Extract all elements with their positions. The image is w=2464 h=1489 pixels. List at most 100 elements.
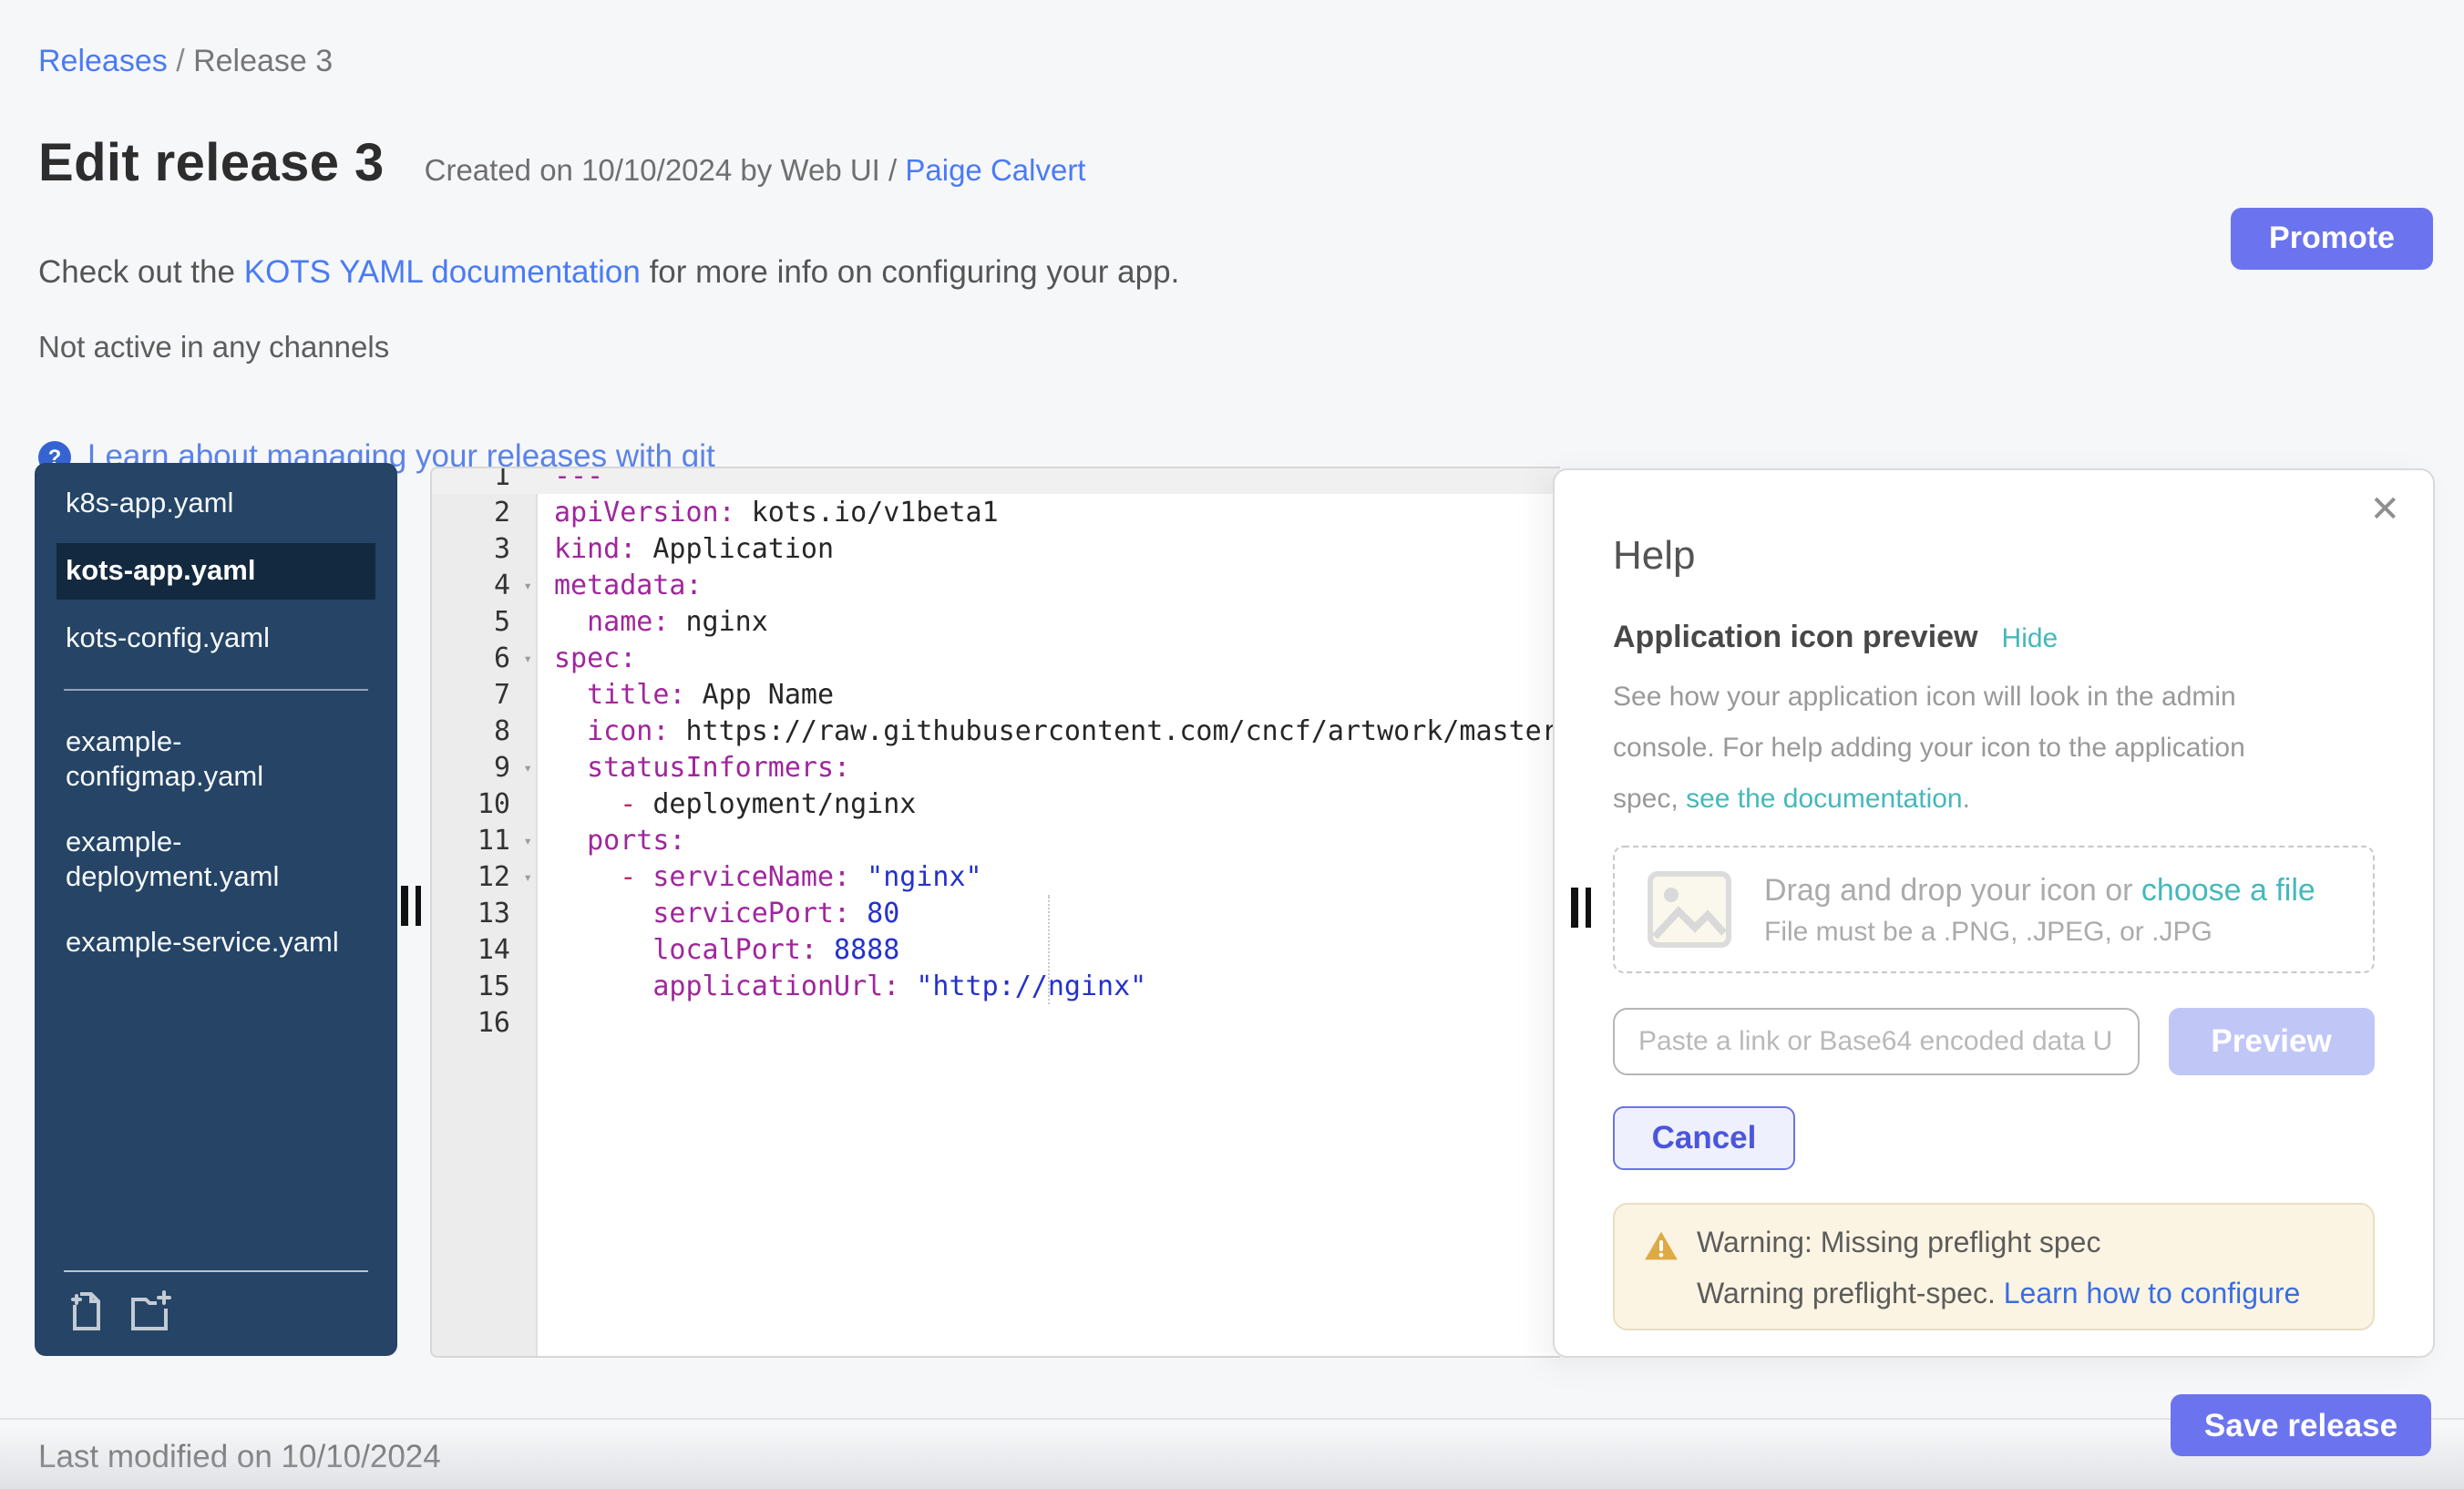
choose-file-link[interactable]: choose a file	[2141, 872, 2315, 907]
code-line-8[interactable]: 8 icon: https://raw.githubusercontent.co…	[432, 713, 1560, 749]
created-by-link[interactable]: Paige Calvert	[905, 155, 1085, 188]
new-file-icon[interactable]	[64, 1290, 108, 1334]
help-resize-handle[interactable]	[1571, 888, 1593, 928]
hide-link[interactable]: Hide	[2002, 623, 2058, 654]
line-number: 16	[432, 1004, 536, 1041]
help-panel: ✕ Help Application icon preview Hide See…	[1553, 468, 2435, 1358]
code-line-15[interactable]: 15 applicationUrl: "http://nginx"	[432, 968, 1560, 1004]
indent-guide	[1048, 895, 1050, 1004]
line-number: 1	[432, 467, 536, 494]
fold-caret-icon[interactable]: ▾	[523, 824, 532, 860]
file-item-kots-config.yaml[interactable]: kots-config.yaml	[35, 612, 397, 665]
code-text: - deployment/nginx	[536, 786, 1560, 822]
line-number: 11▾	[432, 822, 536, 858]
page-stage: Releases / Release 3 Edit release 3 Crea…	[0, 0, 2464, 1489]
file-item-k8s-app.yaml[interactable]: k8s-app.yaml	[35, 478, 397, 530]
line-number: 4▾	[432, 567, 536, 603]
icon-preview-title: Application icon preview	[1613, 620, 1978, 656]
line-number: 10	[432, 786, 536, 822]
help-panel-title: Help	[1613, 532, 2375, 580]
code-text: spec:	[536, 640, 1560, 676]
code-line-10[interactable]: 10 - deployment/nginx	[432, 786, 1560, 822]
line-number: 7	[432, 676, 536, 713]
new-folder-icon[interactable]	[128, 1290, 171, 1334]
code-text: kind: Application	[536, 530, 1560, 567]
code-line-3[interactable]: 3kind: Application	[432, 530, 1560, 567]
breadcrumb: Releases / Release 3	[38, 44, 333, 80]
file-item-example-deployment.yaml[interactable]: example-deployment.yaml	[35, 816, 397, 904]
sidebar-divider	[64, 689, 368, 691]
line-number: 6▾	[432, 640, 536, 676]
preflight-warning-box: Warning: Missing preflight spec Warning …	[1613, 1203, 2375, 1330]
line-number: 5	[432, 603, 536, 640]
line-number: 8	[432, 713, 536, 749]
file-item-example-service.yaml[interactable]: example-service.yaml	[35, 917, 397, 970]
sidebar-toolbar-divider	[64, 1270, 368, 1272]
code-line-11[interactable]: 11▾ ports:	[432, 822, 1560, 858]
file-list-examples: example-configmap.yaml example-deployment…	[35, 716, 397, 982]
icon-preview-description: See how your application icon will look …	[1613, 673, 2295, 826]
icon-url-input[interactable]	[1613, 1008, 2139, 1075]
line-number: 13	[432, 895, 536, 931]
page-title: Edit release 3	[38, 135, 385, 195]
breadcrumb-current: Release 3	[193, 44, 333, 78]
cancel-button[interactable]: Cancel	[1613, 1106, 1795, 1170]
line-number: 12▾	[432, 858, 536, 895]
warning-detail: Warning preflight-spec. Learn how to con…	[1697, 1279, 2344, 1312]
save-release-button[interactable]: Save release	[2171, 1394, 2431, 1456]
code-text: metadata:	[536, 567, 1560, 603]
promote-button[interactable]: Promote	[2231, 208, 2433, 270]
code-line-12[interactable]: 12▾ - serviceName: "nginx"	[432, 858, 1560, 895]
fold-caret-icon[interactable]: ▾	[523, 642, 532, 678]
code-line-13[interactable]: 13 servicePort: 80	[432, 895, 1560, 931]
breadcrumb-releases-link[interactable]: Releases	[38, 44, 168, 78]
fold-caret-icon[interactable]: ▾	[523, 860, 532, 897]
code-line-14[interactable]: 14 localPort: 8888	[432, 931, 1560, 968]
doc-hint: Check out the KOTS YAML documentation fo…	[38, 253, 1179, 292]
dropzone-text: Drag and drop your icon or choose a file…	[1764, 872, 2315, 947]
code-text: ---	[536, 467, 1560, 494]
fold-caret-icon[interactable]: ▾	[523, 751, 532, 787]
code-line-7[interactable]: 7 title: App Name	[432, 676, 1560, 713]
yaml-editor[interactable]: 1---2apiVersion: kots.io/v1beta13kind: A…	[430, 467, 1560, 1358]
sidebar-resize-handle[interactable]	[401, 886, 423, 926]
warning-triangle-icon	[1644, 1229, 1679, 1260]
created-info: Created on 10/10/2024 by Web UI / Paige …	[425, 155, 1086, 190]
code-line-9[interactable]: 9▾ statusInformers:	[432, 749, 1560, 786]
icon-dropzone[interactable]: Drag and drop your icon or choose a file…	[1613, 846, 2375, 973]
code-line-16[interactable]: 16	[432, 1004, 1560, 1041]
breadcrumb-separator: /	[168, 44, 193, 78]
code-line-4[interactable]: 4▾metadata:	[432, 567, 1560, 603]
last-modified-text: Last modified on 10/10/2024	[38, 1438, 441, 1476]
code-line-1[interactable]: 1---	[432, 467, 1560, 494]
file-item-example-configmap.yaml[interactable]: example-configmap.yaml	[35, 716, 397, 804]
code-text: statusInformers:	[536, 749, 1560, 786]
code-text: - serviceName: "nginx"	[536, 858, 1560, 895]
preview-button[interactable]: Preview	[2168, 1008, 2375, 1075]
line-number: 15	[432, 968, 536, 1004]
kots-yaml-doc-link[interactable]: KOTS YAML documentation	[244, 253, 641, 290]
file-sidebar: k8s-app.yaml kots-app.yaml kots-config.yam…	[35, 463, 397, 1356]
see-documentation-link[interactable]: see the documentation	[1686, 784, 1963, 815]
file-item-kots-app.yaml[interactable]: kots-app.yaml	[56, 543, 375, 600]
code-line-6[interactable]: 6▾spec:	[432, 640, 1560, 676]
channel-status: Not active in any channels	[38, 332, 389, 366]
line-number: 3	[432, 530, 536, 567]
warning-title: Warning: Missing preflight spec	[1697, 1228, 2100, 1261]
footer-divider	[0, 1418, 2464, 1420]
line-number: 9▾	[432, 749, 536, 786]
dropzone-file-types: File must be a .PNG, .JPEG, or .JPG	[1764, 916, 2315, 947]
line-number: 14	[432, 931, 536, 968]
image-placeholder-icon	[1648, 871, 1731, 948]
code-line-5[interactable]: 5 name: nginx	[432, 603, 1560, 640]
fold-caret-icon[interactable]: ▾	[523, 569, 532, 605]
code-text: name: nginx	[536, 603, 1560, 640]
code-text: apiVersion: kots.io/v1beta1	[536, 494, 1560, 530]
title-row: Edit release 3 Created on 10/10/2024 by …	[38, 135, 1086, 195]
code-line-2[interactable]: 2apiVersion: kots.io/v1beta1	[432, 494, 1560, 530]
code-text: ports:	[536, 822, 1560, 858]
editor-code-area[interactable]: 1---2apiVersion: kots.io/v1beta13kind: A…	[432, 467, 1560, 1041]
learn-configure-link[interactable]: Learn how to configure	[2004, 1279, 2301, 1310]
sidebar-toolbar	[35, 1270, 397, 1356]
close-icon[interactable]: ✕	[2369, 492, 2400, 529]
